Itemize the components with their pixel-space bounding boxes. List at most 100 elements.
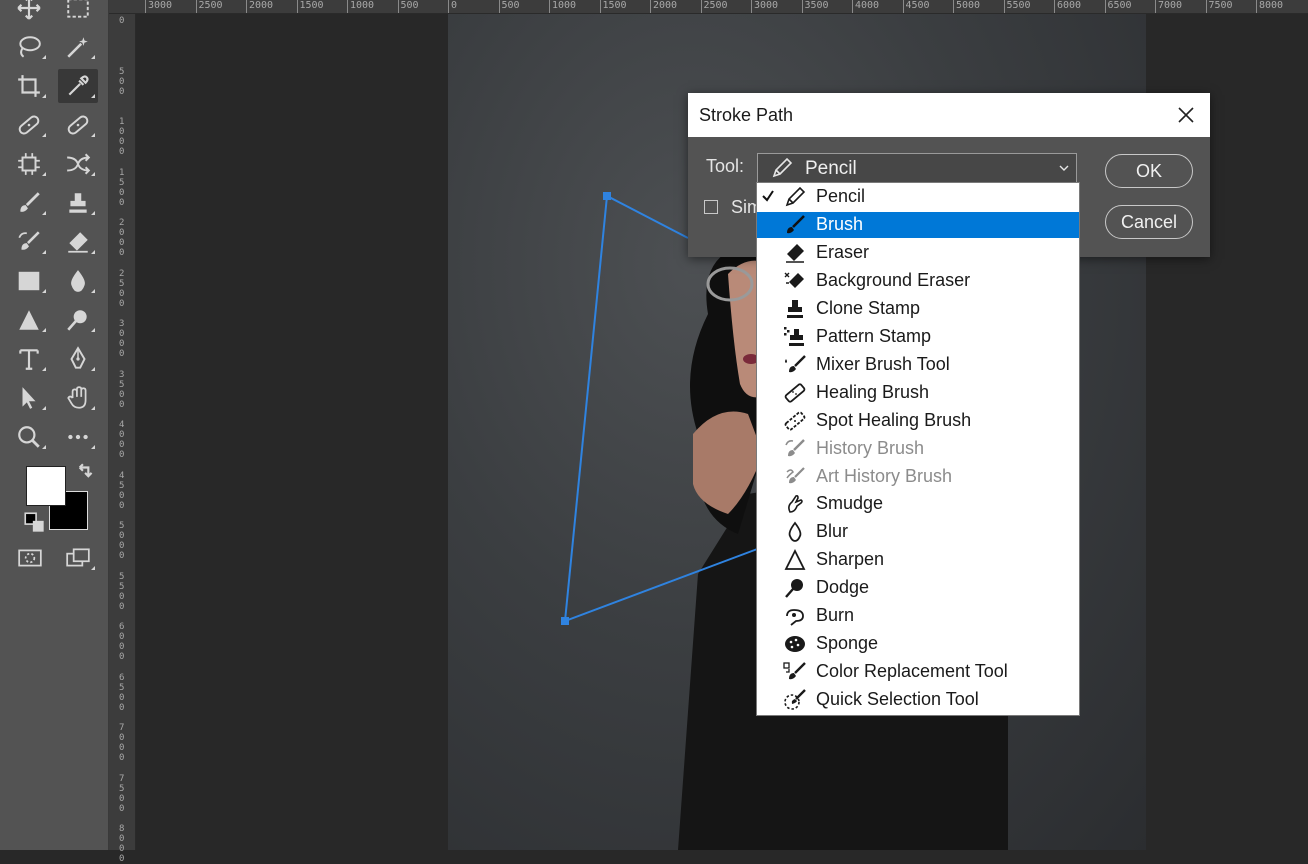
ruler-tick-label: 0: [448, 0, 457, 13]
magic-wand-tool[interactable]: [58, 30, 98, 64]
tool-option[interactable]: Background Eraser: [757, 268, 1079, 294]
foreground-color-swatch[interactable]: [26, 466, 66, 506]
pen-icon: [70, 346, 86, 369]
hand-tool[interactable]: [58, 381, 98, 415]
ruler-tick-label: 4500: [902, 0, 930, 13]
tool-option: Art History Brush: [757, 464, 1079, 490]
default-colors-icon[interactable]: [22, 510, 48, 536]
tool-option[interactable]: Burn: [757, 603, 1079, 629]
tool-option[interactable]: Brush: [757, 211, 1079, 238]
hand-icon: [67, 386, 87, 409]
tool-option-label: Clone Stamp: [816, 297, 921, 318]
tool-option[interactable]: Clone Stamp: [757, 296, 1079, 322]
spot-healing-brush-icon: [784, 411, 806, 431]
tool-label: Tool:: [706, 156, 745, 176]
path-selection-tool[interactable]: [9, 381, 49, 415]
ruler-tick-label: 2500: [700, 0, 728, 13]
screen-mode-icon[interactable]: [58, 541, 98, 575]
close-icon[interactable]: [1176, 105, 1196, 125]
swap-colors-icon[interactable]: [64, 460, 104, 488]
ruler-tick-label: 500: [498, 0, 520, 13]
tool-option[interactable]: Smudge: [757, 491, 1079, 517]
ruler-tick-label: 5500: [1003, 0, 1031, 13]
crop-tool[interactable]: [9, 69, 49, 103]
brush-tool[interactable]: [9, 186, 49, 220]
tool-option[interactable]: Mixer Brush Tool: [757, 352, 1079, 378]
ruler-tick-label: 3500: [119, 369, 125, 410]
ruler-tick-label: 5000: [953, 0, 980, 13]
ruler-tick-label: 1500: [296, 0, 324, 13]
eyedropper-tool[interactable]: [58, 69, 98, 103]
tool-option[interactable]: Sponge: [757, 631, 1079, 657]
bandage-icon: [18, 115, 40, 135]
stamp-icon: [69, 193, 87, 213]
simulate-pressure-checkbox[interactable]: [704, 200, 718, 214]
ruler-tick-label: 6000: [1054, 0, 1081, 13]
background-eraser-icon: [784, 272, 804, 288]
zoom-tool[interactable]: [9, 420, 49, 454]
eraser-tool[interactable]: [58, 225, 98, 259]
gradient-icon: [18, 271, 40, 291]
ruler-tick-label: 2000: [650, 0, 677, 13]
tool-option[interactable]: Dodge: [757, 575, 1079, 601]
more-tools[interactable]: [58, 420, 98, 454]
bandage-icon: [67, 115, 89, 135]
color-replacement-icon: [783, 662, 806, 680]
dodge-icon: [785, 579, 803, 599]
ruler-tick-label: 5500: [119, 571, 125, 612]
blur-tool[interactable]: [58, 264, 98, 298]
tool-option-label: Background Eraser: [816, 269, 971, 290]
tool-select[interactable]: Pencil: [757, 153, 1077, 182]
crop-icon: [18, 75, 40, 97]
tools-panel: [0, 0, 109, 850]
ruler-tick-label: 6000: [119, 622, 125, 662]
eraser-icon: [68, 232, 88, 253]
patch-tool[interactable]: [58, 108, 98, 142]
sponge-icon: [785, 636, 805, 653]
tool-select-value: Pencil: [805, 158, 857, 179]
horizontal-ruler: 3000 2500 2000 1500 1000 500 0 500 1000 1500 2000 2…: [109, 0, 1308, 14]
pen-tool[interactable]: [58, 342, 98, 376]
ruler-tick-label: 6500: [1104, 0, 1132, 13]
tool-option[interactable]: Pattern Stamp: [757, 324, 1079, 350]
shuffle-icon: [67, 153, 91, 175]
marquee-tool[interactable]: [58, 0, 98, 25]
ruler-tick-label: 500: [119, 66, 125, 97]
healing-brush-tool[interactable]: [9, 108, 49, 142]
tool-option[interactable]: Quick Selection Tool: [757, 687, 1079, 713]
tool-option[interactable]: Sharpen: [757, 547, 1079, 573]
tool-option-label: Quick Selection Tool: [816, 689, 979, 710]
tool-option-label: Spot Healing Brush: [816, 409, 972, 430]
tool-option-label: Brush: [816, 213, 864, 234]
dodge-tool[interactable]: [58, 303, 98, 337]
gradient-tool[interactable]: [9, 264, 49, 298]
tool-option[interactable]: Blur: [757, 519, 1079, 545]
history-brush-tool[interactable]: [9, 225, 49, 259]
tool-option-label: Smudge: [816, 493, 884, 514]
ok-button[interactable]: OK: [1105, 154, 1193, 188]
tool-option[interactable]: Pencil: [757, 184, 1079, 210]
type-tool[interactable]: [9, 342, 49, 376]
tool-option-label: Healing Brush: [816, 381, 930, 402]
dialog-title: Stroke Path: [699, 105, 794, 125]
ruler-tick-label: 3000: [145, 0, 172, 13]
tool-option[interactable]: Eraser: [757, 240, 1079, 266]
cancel-button[interactable]: Cancel: [1105, 205, 1193, 239]
tool-option-label: Dodge: [816, 577, 870, 598]
clone-stamp-icon: [787, 299, 803, 318]
lasso-tool[interactable]: [9, 30, 49, 64]
tool-option[interactable]: Color Replacement Tool: [757, 659, 1079, 685]
eraser-icon: [786, 243, 804, 263]
tool-option[interactable]: Healing Brush: [757, 380, 1079, 406]
content-aware-tool[interactable]: [9, 147, 49, 181]
content-move-tool[interactable]: [58, 147, 98, 181]
healing-brush-icon: [784, 383, 806, 403]
sharpen-tool[interactable]: [9, 303, 49, 337]
stamp-tool[interactable]: [58, 186, 98, 220]
tool-option[interactable]: Spot Healing Brush: [757, 408, 1079, 434]
quick-mask-icon[interactable]: [10, 541, 50, 575]
move-tool[interactable]: [9, 0, 49, 25]
ruler-tick-label: 2500: [119, 268, 125, 309]
ellipsis-icon: [68, 434, 88, 440]
sharpen-icon: [784, 549, 806, 571]
